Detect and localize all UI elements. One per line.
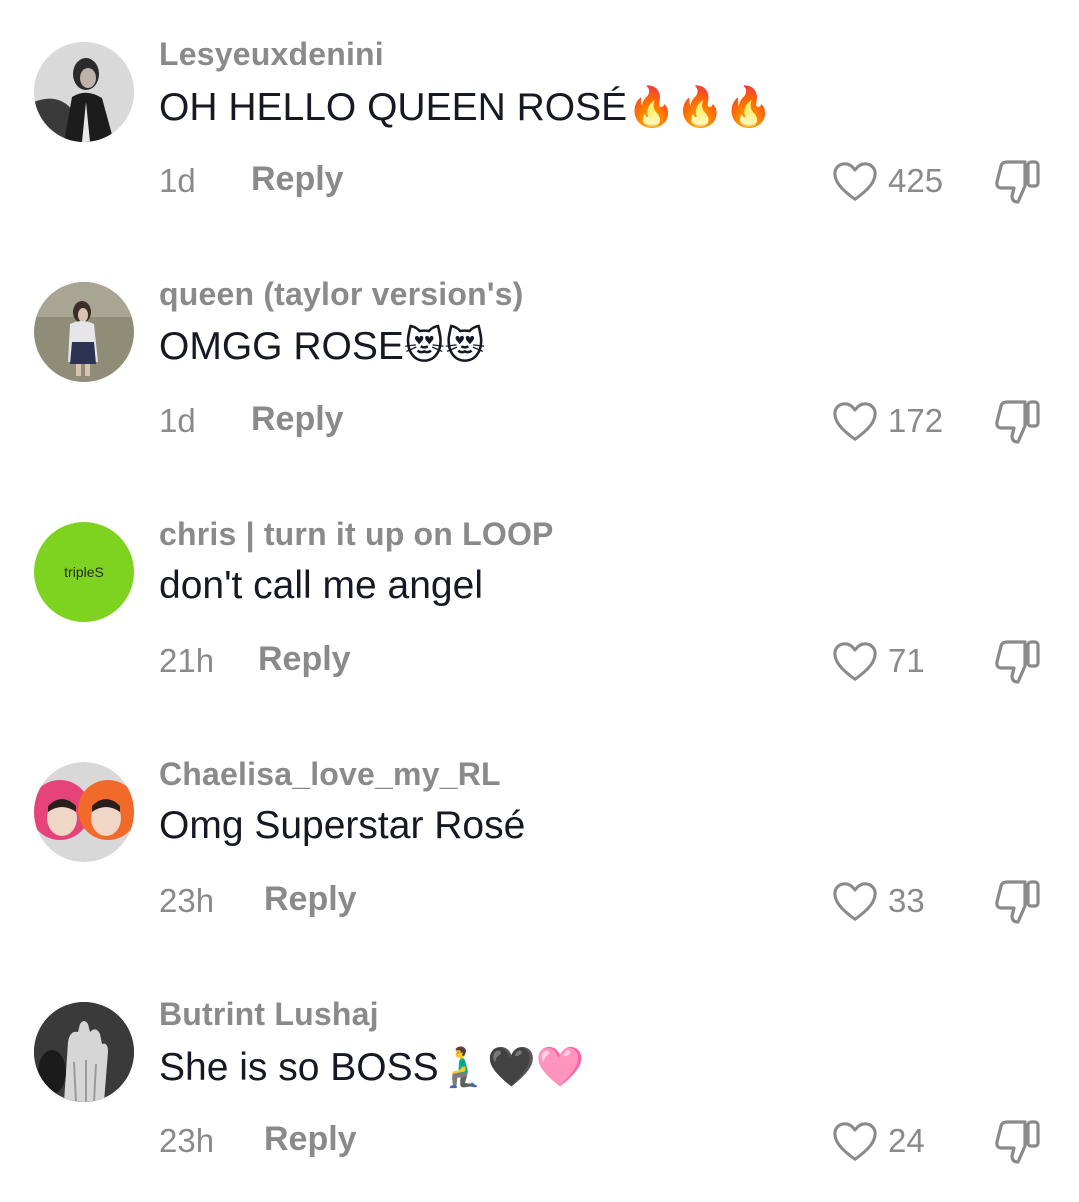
like-count: 33 (888, 882, 925, 919)
comment-text: don't call me angel (159, 564, 483, 607)
avatar[interactable] (34, 1002, 134, 1102)
avatar-photo-icon (34, 282, 134, 382)
comment-timestamp: 23h (159, 882, 215, 919)
reply-button[interactable]: Reply (264, 1120, 357, 1159)
comment-text: OMGG ROSE😻😻 (159, 325, 486, 368)
comment-timestamp: 21h (159, 642, 215, 679)
reply-button[interactable]: Reply (258, 640, 351, 679)
thumbs-down-outline-icon[interactable] (993, 1118, 1043, 1166)
comment-username[interactable]: Chaelisa_love_my_RL (159, 756, 501, 793)
comment-item: tripleS chris | turn it up on LOOP don't… (0, 480, 1079, 684)
heart-outline-icon[interactable] (832, 1120, 878, 1164)
avatar[interactable] (34, 282, 134, 382)
comment-timestamp: 23h (159, 1122, 215, 1159)
like-count: 172 (888, 402, 944, 439)
thumbs-down-outline-icon[interactable] (993, 158, 1043, 206)
comment-item: Chaelisa_love_my_RL Omg Superstar Rosé 2… (0, 720, 1079, 924)
comment-timestamp: 1d (159, 402, 196, 439)
thumbs-down-outline-icon[interactable] (993, 878, 1043, 926)
like-count: 425 (888, 162, 944, 199)
thumbs-down-outline-icon[interactable] (993, 638, 1043, 686)
thumbs-down-outline-icon[interactable] (993, 398, 1043, 446)
avatar-photo-icon (34, 42, 134, 142)
comment-item: Butrint Lushaj She is so BOSS🧎‍♂️🖤🩷 23h … (0, 960, 1079, 1164)
avatar-text: tripleS (64, 564, 104, 580)
comment-username[interactable]: Butrint Lushaj (159, 996, 379, 1033)
like-count: 71 (888, 642, 925, 679)
reply-button[interactable]: Reply (251, 160, 344, 199)
comment-timestamp: 1d (159, 162, 196, 199)
heart-outline-icon[interactable] (832, 640, 878, 684)
reply-button[interactable]: Reply (264, 880, 357, 919)
reply-button[interactable]: Reply (251, 400, 344, 439)
comment-item: Lesyeuxdenini OH HELLO QUEEN ROSÉ🔥🔥🔥 1d … (0, 0, 1079, 204)
comment-text: OH HELLO QUEEN ROSÉ🔥🔥🔥 (159, 86, 773, 129)
comment-text: Omg Superstar Rosé (159, 804, 526, 847)
avatar[interactable] (34, 42, 134, 142)
heart-outline-icon[interactable] (832, 880, 878, 924)
avatar-photo-icon (34, 1002, 134, 1102)
comment-username[interactable]: queen (taylor version's) (159, 276, 524, 313)
like-count: 24 (888, 1122, 925, 1159)
comment-text: She is so BOSS🧎‍♂️🖤🩷 (159, 1046, 585, 1089)
comment-item: queen (taylor version's) OMGG ROSE😻😻 1d … (0, 240, 1079, 444)
avatar-logo-icon: tripleS (34, 522, 134, 622)
heart-outline-icon[interactable] (832, 160, 878, 204)
heart-outline-icon[interactable] (832, 400, 878, 444)
avatar-photo-icon (34, 762, 134, 862)
avatar[interactable]: tripleS (34, 522, 134, 622)
comment-username[interactable]: Lesyeuxdenini (159, 36, 384, 73)
avatar[interactable] (34, 762, 134, 862)
comment-username[interactable]: chris | turn it up on LOOP (159, 516, 554, 553)
